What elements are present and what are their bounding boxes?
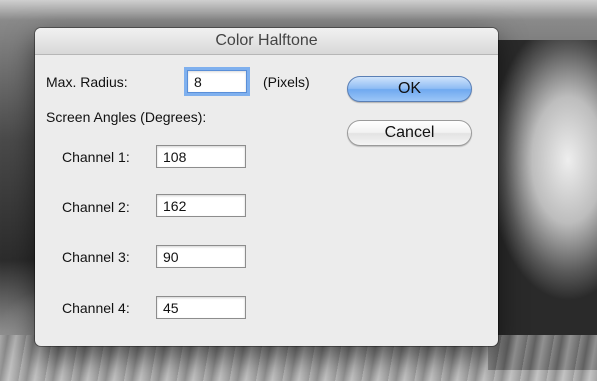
cancel-button[interactable]: Cancel: [347, 120, 472, 146]
channel-3-input[interactable]: [156, 245, 246, 268]
channel-1-label: Channel 1:: [62, 149, 130, 165]
dialog-title: Color Halftone: [35, 28, 498, 55]
max-radius-label: Max. Radius:: [46, 74, 128, 90]
screen-angles-label: Screen Angles (Degrees):: [46, 109, 207, 125]
ok-button[interactable]: OK: [347, 76, 472, 102]
max-radius-input[interactable]: [187, 70, 247, 93]
channel-1-input[interactable]: [156, 145, 246, 168]
units-label: (Pixels): [263, 74, 310, 90]
channel-3-label: Channel 3:: [62, 249, 130, 265]
background-person: [488, 40, 597, 370]
channel-2-input[interactable]: [156, 194, 246, 217]
channel-4-input[interactable]: [156, 296, 246, 319]
color-halftone-dialog: Color Halftone Max. Radius: (Pixels) Scr…: [35, 28, 498, 346]
channel-2-label: Channel 2:: [62, 199, 130, 215]
channel-4-label: Channel 4:: [62, 300, 130, 316]
